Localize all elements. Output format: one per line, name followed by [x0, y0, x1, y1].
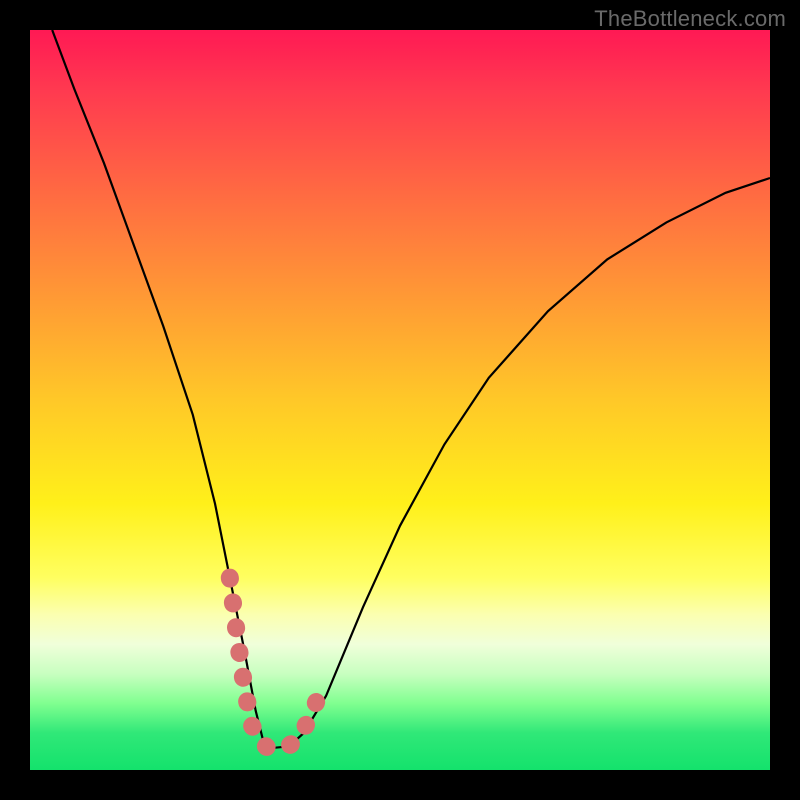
chart-area	[30, 30, 770, 770]
optimal-highlight	[230, 578, 319, 748]
chart-svg	[30, 30, 770, 770]
watermark-text: TheBottleneck.com	[594, 6, 786, 32]
bottleneck-curve	[52, 30, 770, 748]
